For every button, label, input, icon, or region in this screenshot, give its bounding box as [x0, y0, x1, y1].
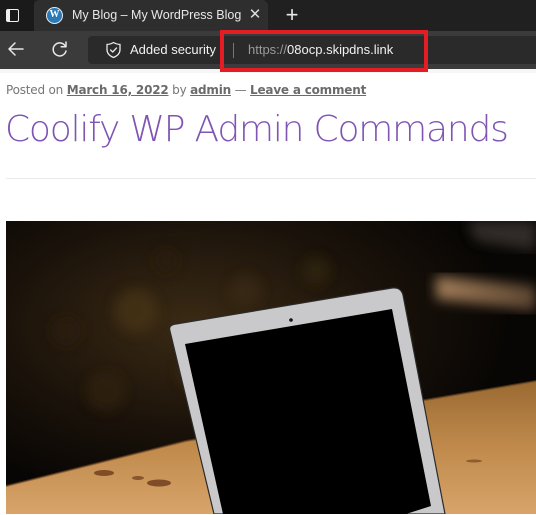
shield-check-icon: [106, 41, 121, 59]
title-divider: [6, 178, 536, 179]
back-button[interactable]: [6, 39, 26, 59]
security-status-label[interactable]: Added security: [130, 42, 216, 57]
posted-on-label: Posted on: [6, 83, 64, 97]
image-laptop: [6, 221, 536, 514]
url-host: 08ocp.skipdns.link: [287, 42, 394, 57]
tab-bar: W My Blog – My WordPress Blog ✕ +: [0, 0, 536, 31]
featured-image: [6, 221, 536, 514]
author-link[interactable]: admin: [190, 83, 231, 97]
meta-separator: —: [234, 83, 247, 97]
laptop-screen: [185, 309, 431, 514]
browser-toolbar: Added security https://08ocp.skipdns.lin…: [0, 31, 536, 69]
post-date-link[interactable]: March 16, 2022: [67, 83, 169, 97]
address-separator: [233, 43, 234, 58]
toolbar-divider: [0, 69, 536, 73]
new-tab-button[interactable]: +: [282, 4, 302, 26]
reload-button[interactable]: [50, 39, 70, 59]
arrow-left-icon: [8, 42, 24, 56]
tab-actions-icon: [6, 9, 19, 22]
post-meta: Posted on March 16, 2022 by admin — Leav…: [6, 83, 366, 97]
url-scheme: https://: [248, 42, 288, 57]
tab-title: My Blog – My WordPress Blog: [72, 8, 242, 22]
address-bar[interactable]: Added security https://08ocp.skipdns.lin…: [88, 36, 536, 64]
by-label: by: [172, 83, 187, 97]
url-text[interactable]: https://08ocp.skipdns.link: [248, 42, 393, 57]
post-title: Coolify WP Admin Commands: [5, 109, 509, 150]
tab-actions-button[interactable]: [0, 0, 34, 31]
leave-comment-link[interactable]: Leave a comment: [250, 83, 366, 97]
wordpress-icon: W: [46, 7, 63, 24]
tab-active[interactable]: W My Blog – My WordPress Blog ✕: [34, 0, 268, 31]
laptop-webcam: [289, 318, 293, 322]
close-tab-button[interactable]: ✕: [247, 6, 263, 24]
reload-icon: [52, 41, 67, 57]
